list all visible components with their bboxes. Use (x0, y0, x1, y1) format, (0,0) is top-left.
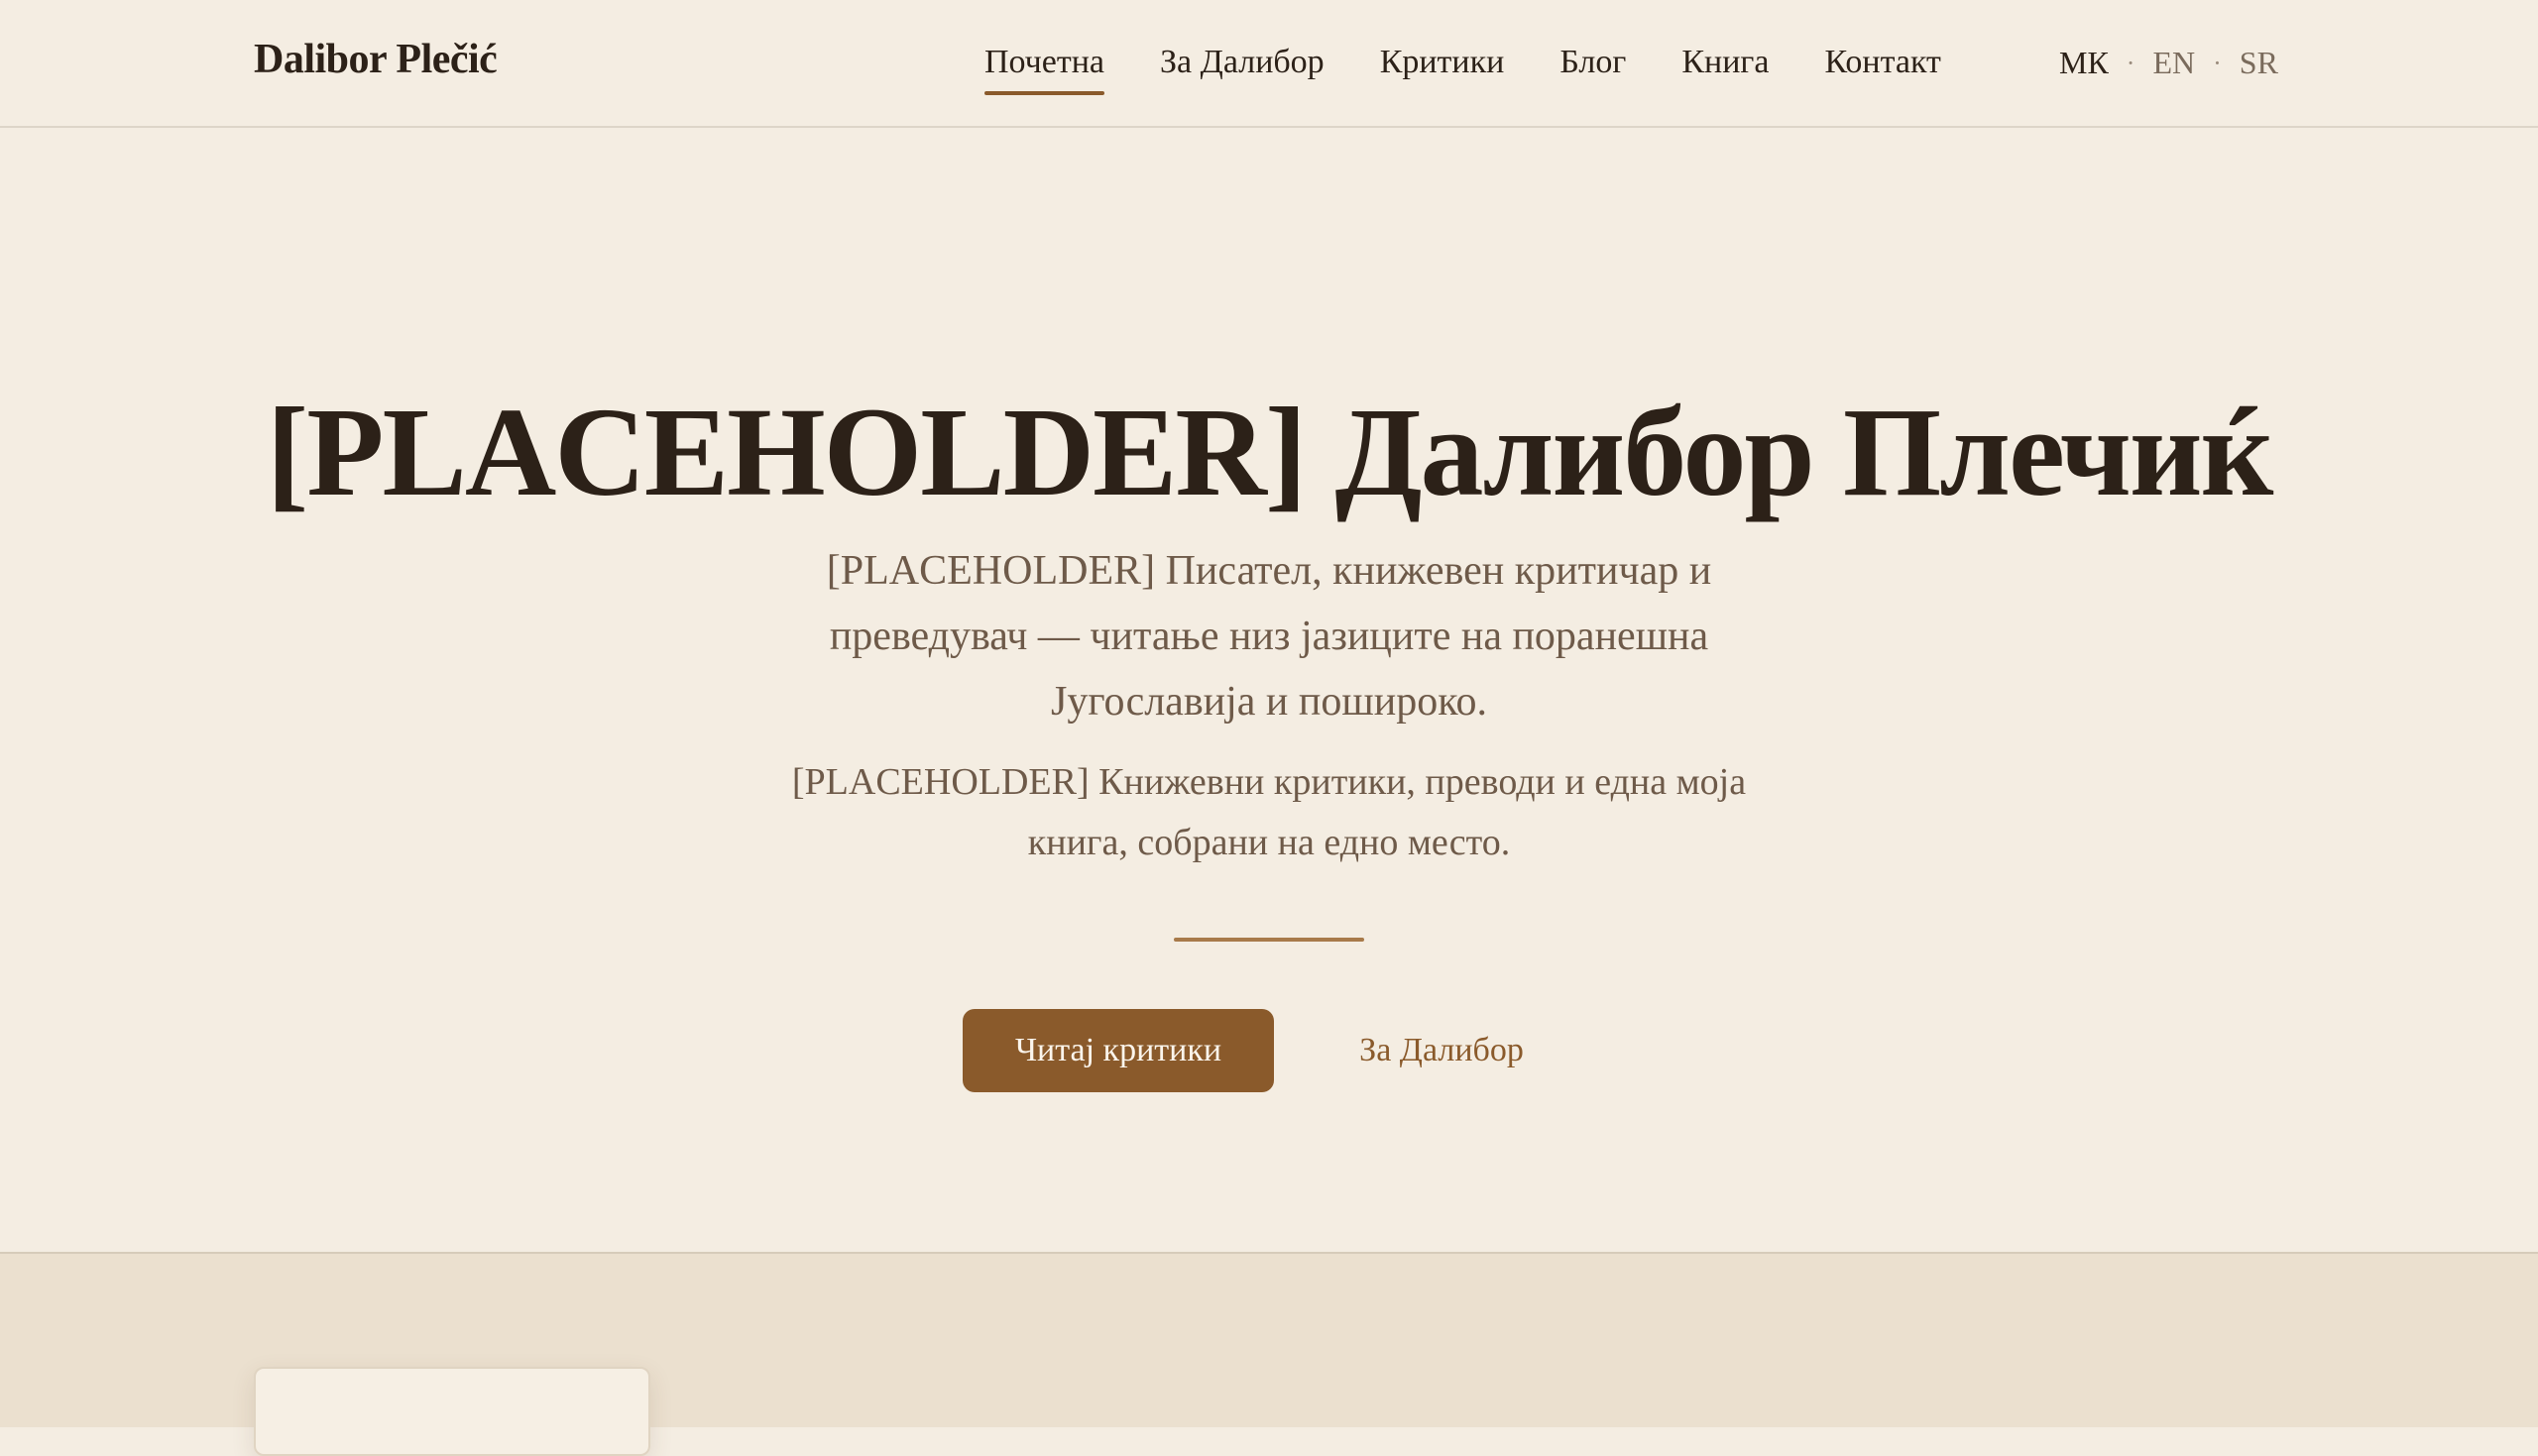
content-card[interactable] (254, 1367, 650, 1456)
hero-lead: [PLACEHOLDER] Писател, книжевен критичар… (826, 548, 1712, 725)
hero-section: [PLACEHOLDER] Далибор Плечиќ [PLACEHOLDE… (0, 130, 2538, 1252)
lang-en[interactable]: EN (2152, 45, 2195, 81)
next-section (0, 1252, 2538, 1456)
lang-sr[interactable]: SR (2240, 45, 2278, 81)
nav-item-about[interactable]: За Далибор (1160, 44, 1325, 81)
hero-divider (1174, 938, 1364, 942)
site-header: Dalibor Plečić Почетна За Далибор Критик… (0, 0, 2538, 128)
lang-separator: · (2126, 48, 2135, 77)
main-nav: Почетна За Далибор Критики Блог Книга Ко… (984, 44, 1997, 95)
language-switcher: МК · EN · SR (2059, 45, 2278, 81)
lang-mk[interactable]: МК (2059, 45, 2109, 81)
hero-subtitle: [PLACEHOLDER] Книжевни критики, преводи … (791, 761, 1747, 863)
hero-title: [PLACEHOLDER] Далибор Плечиќ (266, 382, 2274, 522)
site-logo[interactable]: Dalibor Plečić (254, 36, 498, 83)
read-reviews-button[interactable]: Читај критики (963, 1009, 1274, 1092)
nav-item-home[interactable]: Почетна (984, 44, 1105, 95)
about-link-button[interactable]: За Далибор (1309, 1009, 1574, 1092)
nav-item-reviews[interactable]: Критики (1380, 44, 1505, 81)
nav-item-blog[interactable]: Блог (1559, 44, 1626, 81)
lang-separator: · (2213, 48, 2222, 77)
nav-item-contact[interactable]: Контакт (1824, 44, 1940, 81)
nav-item-book[interactable]: Книга (1681, 44, 1769, 81)
